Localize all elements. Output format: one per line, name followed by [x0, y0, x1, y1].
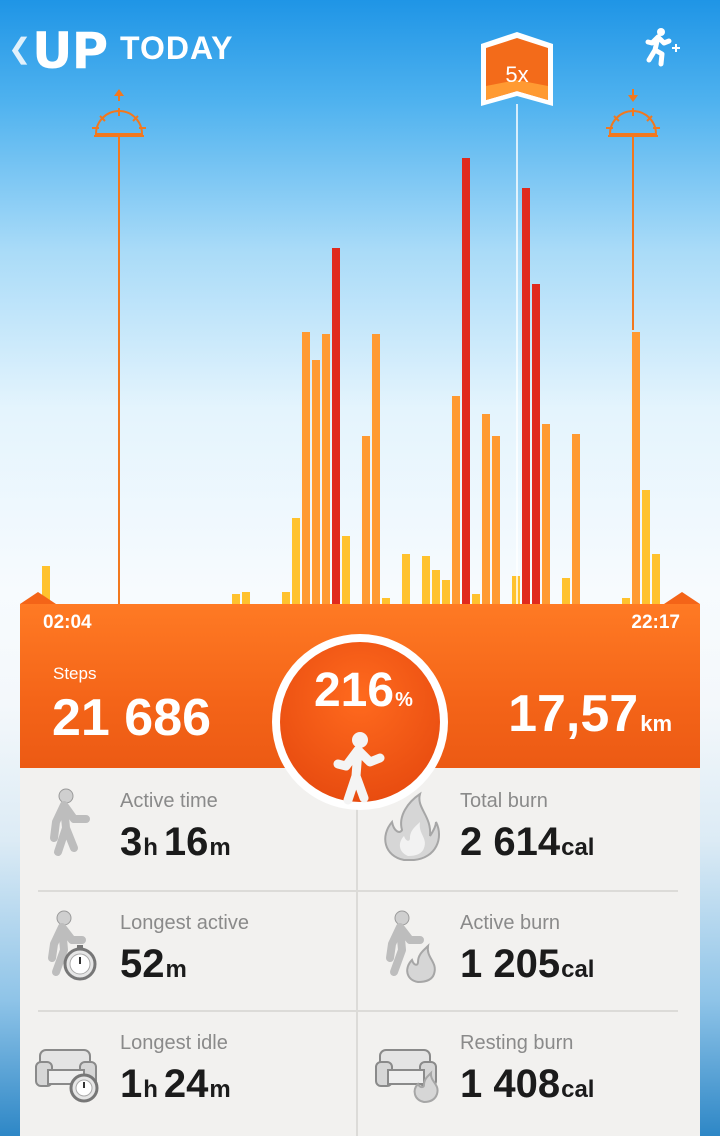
chart-bar	[482, 414, 490, 604]
armchair-flame-icon	[375, 1049, 439, 1104]
chart-bar	[422, 556, 430, 604]
stat-value: 2 614cal	[460, 820, 595, 864]
chart-bar	[432, 570, 440, 604]
goal-percent: 216	[314, 664, 394, 717]
chart-bar	[452, 396, 460, 604]
stat-label: Resting burn	[460, 1032, 574, 1054]
stat-label: Longest idle	[120, 1032, 228, 1054]
goal-percent-sign: %	[395, 689, 413, 711]
chart-bar	[242, 592, 250, 604]
chart-bar	[372, 334, 380, 604]
chart-bar	[462, 158, 470, 604]
stat-active-burn[interactable]: Active burn 1 205cal	[360, 890, 690, 1000]
chart-bar	[302, 332, 310, 604]
chart-bar	[572, 434, 580, 604]
start-time: 02:04	[43, 612, 92, 633]
steps-value: 21 686	[52, 689, 212, 747]
distance-unit: km	[640, 711, 672, 736]
distance-value: 17,57	[508, 685, 639, 743]
stat-longest-idle[interactable]: Longest idle 1h 24m	[20, 1010, 350, 1120]
chart-bar	[632, 332, 640, 604]
stats-grid: Active time 3h 16m Total burn 2 614cal Lo…	[20, 768, 700, 1136]
chart-bar	[332, 248, 340, 604]
chart-bar	[562, 578, 570, 604]
chart-bar	[442, 580, 450, 604]
runner-plus-icon[interactable]	[640, 26, 688, 72]
stat-longest-active[interactable]: Longest active 52m	[20, 890, 350, 1000]
chart-bar	[322, 334, 330, 604]
app-logo[interactable]: UP	[32, 22, 108, 80]
chart-bar	[312, 360, 320, 604]
chart-bar	[642, 490, 650, 604]
page-title: TODAY	[120, 30, 234, 66]
chart-bar	[342, 536, 350, 604]
stat-value: 3h 16m	[120, 820, 231, 864]
chart-bar	[362, 436, 370, 604]
stat-value: 1h 24m	[120, 1062, 231, 1106]
stat-value: 1 408cal	[460, 1062, 595, 1106]
chart-bar	[232, 594, 240, 604]
stat-label: Longest active	[120, 912, 249, 934]
end-time: 22:17	[631, 612, 680, 633]
chart-bar	[652, 554, 660, 604]
chart-bar	[492, 436, 500, 604]
walking-person-stopwatch-icon	[48, 910, 97, 981]
stat-label: Active burn	[460, 912, 561, 934]
steps-label: Steps	[53, 664, 97, 683]
chart-bar	[472, 594, 480, 604]
stat-value: 1 205cal	[460, 942, 595, 986]
chart-bar	[282, 592, 290, 604]
sunset-marker	[606, 89, 660, 330]
chart-bar	[532, 284, 540, 604]
stat-label: Active time	[120, 790, 218, 812]
stat-label: Total burn	[460, 790, 548, 812]
armchair-stopwatch-icon	[35, 1049, 99, 1103]
chart-bar	[292, 518, 300, 604]
chart-bar	[512, 576, 520, 604]
stat-value: 52m	[120, 942, 187, 986]
walking-person-icon	[50, 788, 90, 856]
chart-bar	[402, 554, 410, 604]
chart-bar	[522, 188, 530, 604]
stat-resting-burn[interactable]: Resting burn 1 408cal	[360, 1010, 690, 1120]
chart-bar	[542, 424, 550, 604]
header: ❮ UP TODAY	[0, 0, 720, 100]
walking-person-flame-icon	[386, 910, 436, 984]
chevron-left-icon[interactable]: ❮	[8, 32, 31, 65]
distance: 17,57km	[508, 684, 672, 744]
goal-progress-circle[interactable]: 216 %	[270, 632, 450, 812]
sunrise-marker	[92, 89, 146, 604]
